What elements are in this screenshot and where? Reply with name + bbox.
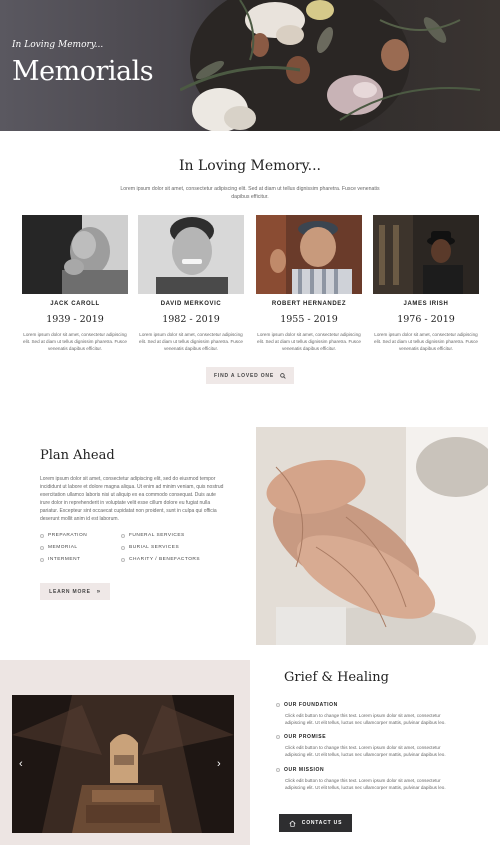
- circle-bullet-icon: [121, 557, 125, 562]
- grief-item: OUR PROMISE Click edit button to change …: [276, 734, 456, 758]
- contact-us-label: CONTACT US: [301, 820, 343, 826]
- circle-bullet-icon: [40, 533, 44, 538]
- circle-bullet-icon: [276, 768, 280, 772]
- person-photo[interactable]: [138, 215, 244, 294]
- person-photo[interactable]: [22, 215, 128, 294]
- chevron-right-icon: »: [96, 588, 101, 595]
- memory-heading: In Loving Memory...: [179, 158, 321, 174]
- flower-bouquet-image: [180, 0, 481, 131]
- find-button-label: FIND A LOVED ONE: [214, 372, 274, 379]
- plan-ahead-title: Plan Ahead: [40, 448, 115, 463]
- circle-bullet-icon: [121, 545, 125, 550]
- contact-us-button[interactable]: CONTACT US: [279, 814, 352, 832]
- home-icon: [289, 820, 296, 827]
- person-years: 1955 - 2019: [280, 314, 338, 325]
- person-name: DAVID MERKOVIC: [160, 301, 222, 307]
- plan-ahead-text: Lorem ipsum dolor sit amet, consectetur …: [40, 476, 224, 522]
- person-bio: Lorem ipsum dolor sit amet, consectetur …: [257, 332, 361, 351]
- person-card[interactable]: JACK CAROLL 1939 - 2019 Lorem ipsum dolo…: [22, 215, 128, 352]
- hero-title: Memorials: [12, 56, 154, 87]
- person-name: JAMES IRISH: [403, 301, 449, 307]
- circle-bullet-icon: [40, 545, 44, 550]
- circle-bullet-icon: [276, 703, 280, 707]
- learn-more-button[interactable]: LEARN MORE »: [40, 583, 110, 600]
- hero-subtitle: In Loving Memory...: [12, 40, 104, 50]
- service-item: INTERMENT: [40, 557, 80, 562]
- person-years: 1939 - 2019: [46, 314, 104, 325]
- slider-next-arrow-icon[interactable]: ›: [217, 758, 221, 770]
- person-years: 1976 - 2019: [397, 314, 455, 325]
- memory-intro: Lorem ipsum dolor sit amet, consectetur …: [120, 186, 380, 200]
- service-item: PREPARATION: [40, 533, 87, 538]
- search-icon: [280, 372, 286, 379]
- person-bio: Lorem ipsum dolor sit amet, consectetur …: [23, 332, 127, 351]
- service-item: BURIAL SERVICES: [121, 545, 179, 550]
- person-name: ROBERT HERNANDEZ: [271, 301, 347, 307]
- person-photo[interactable]: [256, 215, 362, 294]
- find-loved-one-button[interactable]: FIND A LOVED ONE: [206, 367, 294, 384]
- slider-prev-arrow-icon[interactable]: ‹: [19, 758, 23, 770]
- person-bio: Lorem ipsum dolor sit amet, consectetur …: [139, 332, 243, 351]
- person-bio: Lorem ipsum dolor sit amet, consectetur …: [374, 332, 478, 351]
- person-card[interactable]: ROBERT HERNANDEZ 1955 - 2019 Lorem ipsum…: [256, 215, 362, 352]
- learn-more-label: LEARN MORE: [49, 588, 91, 595]
- service-item: FUNERAL SERVICES: [121, 533, 185, 538]
- grief-item: OUR FOUNDATION Click edit button to chan…: [276, 702, 456, 726]
- person-name: JACK CAROLL: [50, 301, 100, 307]
- person-card[interactable]: JAMES IRISH 1976 - 2019 Lorem ipsum dolo…: [373, 215, 479, 352]
- holding-hands-image: [256, 427, 488, 645]
- image-slider[interactable]: [12, 695, 234, 833]
- grief-item: OUR MISSION Click edit button to change …: [276, 767, 456, 791]
- service-item: CHARITY / BENEFACTORS: [121, 557, 200, 562]
- hero-banner: In Loving Memory... Memorials: [0, 0, 500, 131]
- person-card[interactable]: DAVID MERKOVIC 1982 - 2019 Lorem ipsum d…: [138, 215, 244, 352]
- circle-bullet-icon: [40, 557, 44, 562]
- circle-bullet-icon: [121, 533, 125, 538]
- circle-bullet-icon: [276, 735, 280, 739]
- person-photo[interactable]: [373, 215, 479, 294]
- service-item: MEMORIAL: [40, 545, 78, 550]
- grief-healing-title: Grief & Healing: [284, 670, 389, 685]
- person-years: 1982 - 2019: [162, 314, 220, 325]
